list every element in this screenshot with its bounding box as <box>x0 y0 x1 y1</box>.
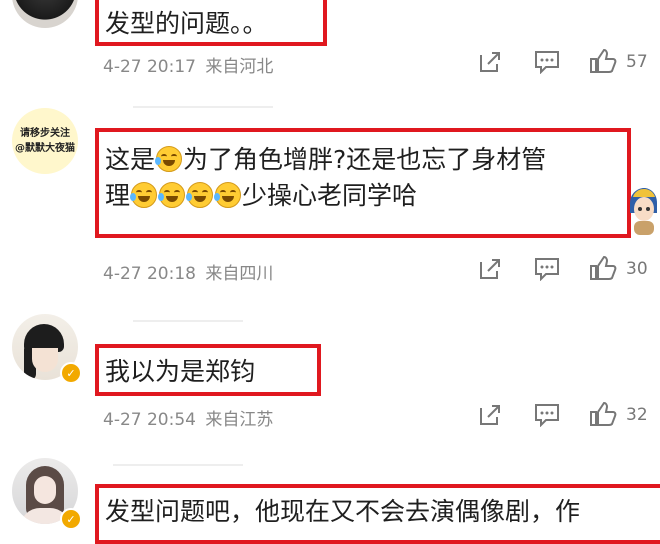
verified-badge-icon: ✓ <box>60 508 82 530</box>
highlighted-comment-text: 发型问题吧，他现在又不会去演偶像剧，作 <box>95 484 660 544</box>
comment-text: 发型问题吧，他现在又不会去演偶像剧，作 <box>105 497 581 526</box>
nickname-placeholder <box>113 464 243 466</box>
comment-4: ✓ 发型问题吧，他现在又不会去演偶像剧，作 <box>0 0 660 544</box>
